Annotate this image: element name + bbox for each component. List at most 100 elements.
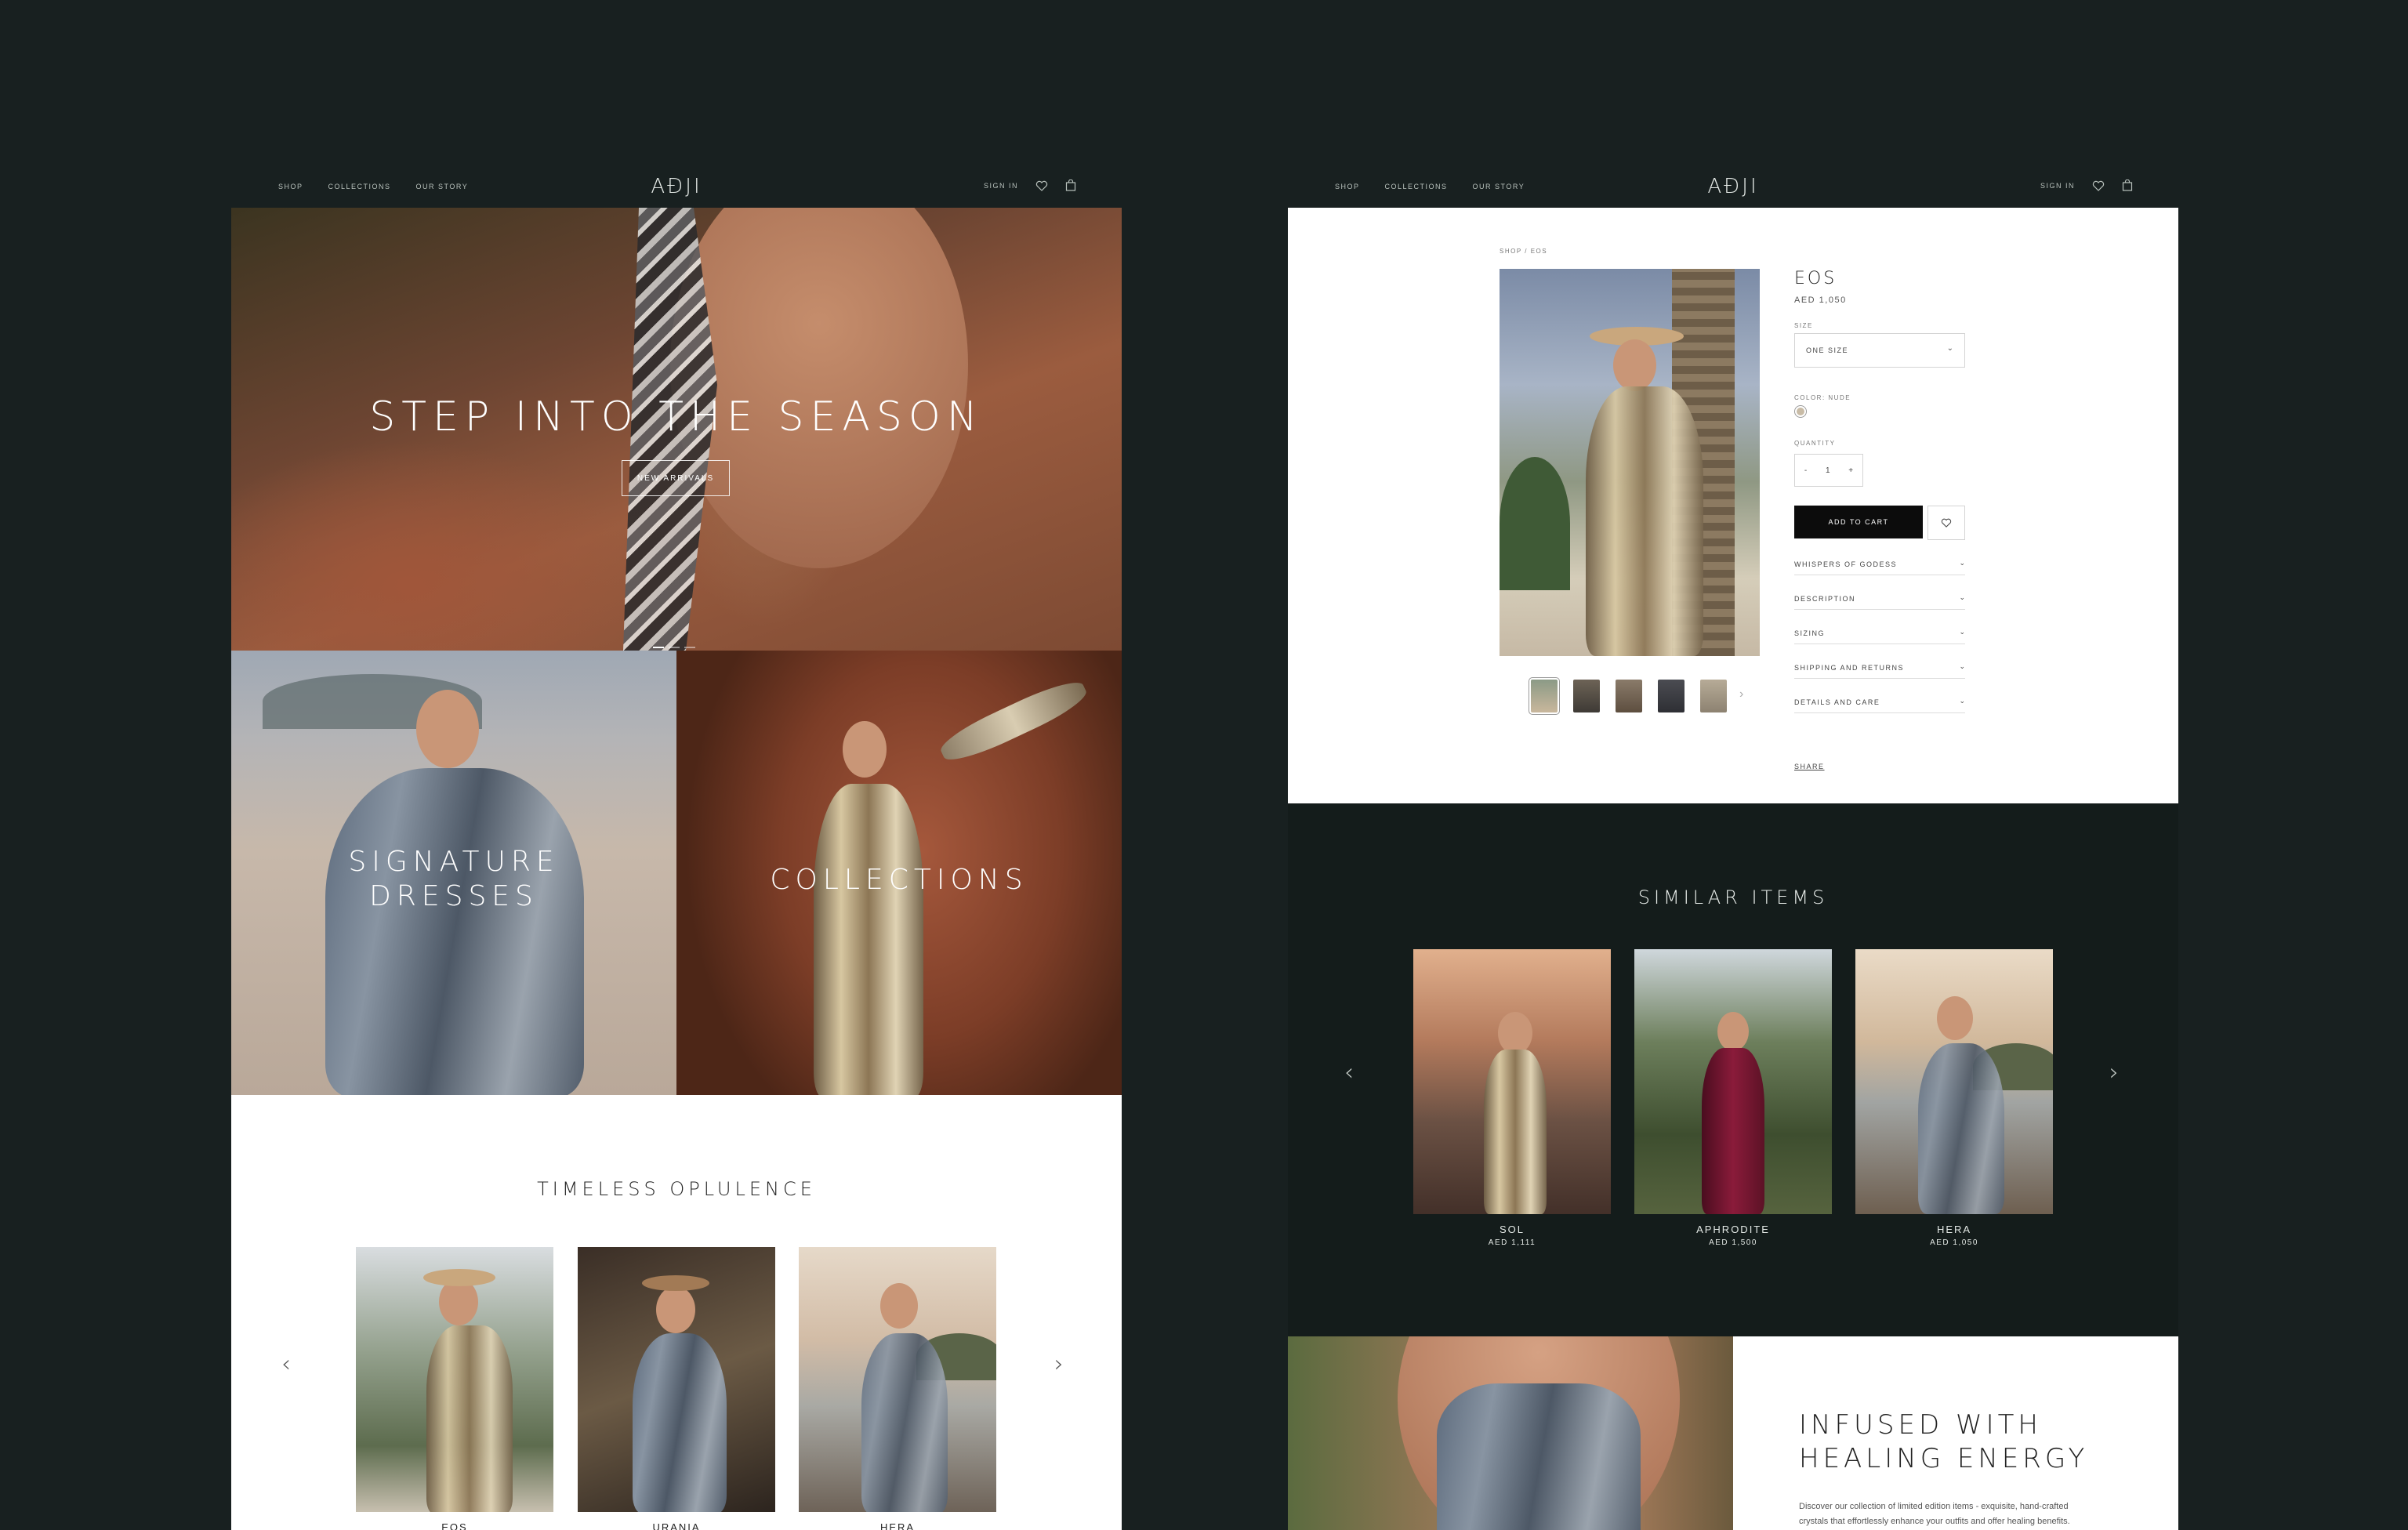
product-name[interactable]: URANIA bbox=[578, 1521, 775, 1530]
breadcrumb[interactable]: SHOP / EOS bbox=[1500, 248, 1547, 255]
sign-in-link[interactable]: SIGN IN bbox=[984, 182, 1018, 190]
quantity-plus-button[interactable]: + bbox=[1848, 466, 1853, 475]
tile-collections-title: COLLECTIONS bbox=[770, 864, 1028, 896]
hero-slider-dots[interactable] bbox=[653, 647, 695, 648]
nav-collections[interactable]: COLLECTIONS bbox=[1385, 183, 1448, 190]
bag-icon[interactable] bbox=[1065, 179, 1076, 191]
product-card[interactable]: HERA bbox=[799, 1247, 996, 1530]
accordion-label: DETAILS AND CARE bbox=[1794, 698, 1880, 706]
thumbnail[interactable] bbox=[1700, 680, 1727, 712]
thumbnail[interactable] bbox=[1658, 680, 1685, 712]
quantity-value: 1 bbox=[1825, 466, 1830, 475]
similar-card[interactable]: SOL AED 1,111 bbox=[1413, 949, 1611, 1247]
chevron-down-icon: ⌄ bbox=[1959, 628, 1965, 636]
accordion-whispers[interactable]: WHISPERS OF GODESS ⌄ bbox=[1794, 551, 1965, 575]
sign-in-link[interactable]: SIGN IN bbox=[2040, 182, 2075, 190]
accordion-shipping[interactable]: SHIPPING AND RETURNS ⌄ bbox=[1794, 654, 1965, 679]
similar-name[interactable]: SOL bbox=[1413, 1224, 1611, 1235]
product-info: EOS AED 1,050 SIZE ONE SIZE ⌄ COLOR: NUD… bbox=[1794, 269, 1965, 786]
accordion-description[interactable]: DESCRIPTION ⌄ bbox=[1794, 586, 1965, 610]
similar-items-section: SIMILAR ITEMS ‹ › SOL AED 1,111 APHRODIT… bbox=[1288, 803, 2178, 1336]
carousel-prev-icon[interactable]: ‹ bbox=[1344, 1059, 1354, 1086]
add-to-cart-label: ADD TO CART bbox=[1828, 518, 1889, 526]
add-to-cart-button[interactable]: ADD TO CART bbox=[1794, 506, 1923, 538]
accordion-sizing[interactable]: SIZING ⌄ bbox=[1794, 620, 1965, 644]
product-name[interactable]: EOS bbox=[356, 1521, 553, 1530]
chevron-down-icon: ⌄ bbox=[1959, 697, 1965, 705]
chevron-down-icon: ⌄ bbox=[1946, 344, 1953, 353]
bag-icon[interactable] bbox=[2122, 179, 2133, 191]
similar-image[interactable] bbox=[1855, 949, 2053, 1214]
heart-icon[interactable] bbox=[1035, 180, 1048, 191]
chevron-down-icon: ⌄ bbox=[1959, 662, 1965, 670]
healing-body-line2: crystals that effortlessly enhance your … bbox=[1799, 1517, 2070, 1526]
nav-collections[interactable]: COLLECTIONS bbox=[328, 183, 391, 190]
carousel-prev-icon[interactable]: ‹ bbox=[281, 1351, 291, 1378]
heart-icon[interactable] bbox=[2092, 180, 2105, 191]
product-detail-panel: SHOP / EOS › EOS AED 1,050 SIZE ONE SIZE… bbox=[1288, 208, 2178, 803]
carousel-next-icon[interactable]: › bbox=[1054, 1351, 1064, 1378]
similar-name[interactable]: APHRODITE bbox=[1634, 1224, 1832, 1235]
product-card[interactable]: EOS bbox=[356, 1247, 553, 1530]
tile-signature-line1: SIGNATURE bbox=[348, 846, 560, 878]
accordion-label: WHISPERS OF GODESS bbox=[1794, 560, 1898, 568]
similar-image[interactable] bbox=[1413, 949, 1611, 1214]
hero-title: STEP INTO THE SEASON bbox=[369, 393, 984, 441]
nav-shop[interactable]: SHOP bbox=[1335, 183, 1360, 190]
similar-card[interactable]: APHRODITE AED 1,500 bbox=[1634, 949, 1832, 1247]
product-price: AED 1,050 bbox=[1794, 295, 1847, 305]
product-name: EOS bbox=[1794, 269, 1837, 288]
healing-image bbox=[1288, 1336, 1733, 1530]
quantity-stepper[interactable]: - 1 + bbox=[1794, 454, 1863, 487]
heart-icon bbox=[1941, 518, 1952, 528]
thumbnail-next-icon[interactable]: › bbox=[1739, 687, 1743, 702]
quantity-label: QUANTITY bbox=[1794, 440, 1836, 447]
home-page-mockup: SHOP COLLECTIONS OUR STORY AĐJI SIGN IN … bbox=[231, 161, 1122, 1530]
hero-banner: STEP INTO THE SEASON NEW ARRIVALS bbox=[231, 208, 1122, 651]
color-label: COLOR: NUDE bbox=[1794, 394, 1851, 401]
chevron-down-icon: ⌄ bbox=[1959, 593, 1965, 601]
size-value: ONE SIZE bbox=[1806, 346, 1849, 354]
healing-title-line2: HEALING ENERGY bbox=[1799, 1443, 2089, 1474]
chevron-down-icon: ⌄ bbox=[1959, 559, 1965, 567]
product-image[interactable] bbox=[578, 1247, 775, 1512]
timeless-title: TIMELESS OPLULENCE bbox=[537, 1178, 816, 1200]
nav-our-story[interactable]: OUR STORY bbox=[416, 183, 469, 190]
accordion-list: WHISPERS OF GODESS ⌄ DESCRIPTION ⌄ SIZING ⌄… bbox=[1794, 551, 1965, 731]
share-link[interactable]: SHARE bbox=[1794, 763, 1825, 770]
product-page-mockup: SHOP COLLECTIONS OUR STORY AĐJI SIGN IN … bbox=[1288, 161, 2178, 1530]
similar-price: AED 1,500 bbox=[1709, 1238, 1757, 1247]
thumbnail[interactable] bbox=[1616, 680, 1642, 712]
quantity-minus-button[interactable]: - bbox=[1804, 466, 1807, 475]
product-image[interactable] bbox=[799, 1247, 996, 1512]
carousel-next-icon[interactable]: › bbox=[2109, 1059, 2119, 1086]
wishlist-button[interactable] bbox=[1927, 506, 1965, 540]
thumbnail[interactable] bbox=[1573, 680, 1600, 712]
product-name[interactable]: HERA bbox=[799, 1521, 996, 1530]
similar-card[interactable]: HERA AED 1,050 bbox=[1855, 949, 2053, 1247]
tile-collections[interactable]: COLLECTIONS bbox=[676, 651, 1122, 1095]
tile-signature-dresses[interactable]: SIGNATURE DRESSES bbox=[231, 651, 676, 1095]
accordion-details[interactable]: DETAILS AND CARE ⌄ bbox=[1794, 689, 1965, 713]
thumbnail-strip: › bbox=[1529, 677, 1758, 715]
accordion-label: SHIPPING AND RETURNS bbox=[1794, 664, 1905, 672]
nav-shop[interactable]: SHOP bbox=[278, 183, 303, 190]
hero-cta-label: NEW ARRIVALS bbox=[636, 473, 715, 483]
nav-our-story[interactable]: OUR STORY bbox=[1473, 183, 1525, 190]
brand-logo[interactable]: AĐJI bbox=[1707, 175, 1758, 198]
product-nav: SHOP COLLECTIONS OUR STORY AĐJI SIGN IN bbox=[1288, 161, 2178, 208]
product-image[interactable] bbox=[356, 1247, 553, 1512]
home-nav: SHOP COLLECTIONS OUR STORY AĐJI SIGN IN bbox=[231, 161, 1122, 208]
product-main-image[interactable] bbox=[1500, 269, 1760, 656]
thumbnail[interactable] bbox=[1529, 677, 1560, 715]
color-swatch-fill bbox=[1797, 408, 1804, 415]
similar-name[interactable]: HERA bbox=[1855, 1224, 2053, 1235]
size-select[interactable]: ONE SIZE ⌄ bbox=[1794, 333, 1965, 368]
color-swatch[interactable] bbox=[1794, 405, 1807, 418]
similar-price: AED 1,111 bbox=[1488, 1238, 1536, 1247]
similar-image[interactable] bbox=[1634, 949, 1832, 1214]
hero-cta-button[interactable]: NEW ARRIVALS bbox=[622, 460, 730, 496]
brand-logo[interactable]: AĐJI bbox=[651, 175, 702, 198]
accordion-label: DESCRIPTION bbox=[1794, 595, 1856, 603]
product-card[interactable]: URANIA bbox=[578, 1247, 775, 1530]
